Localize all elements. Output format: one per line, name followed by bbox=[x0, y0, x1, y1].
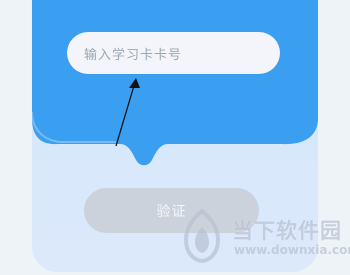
downxia-logo-icon bbox=[183, 209, 221, 263]
stage: 输入学习卡卡号 验证 当下软件园 www.downxia.com bbox=[0, 0, 350, 275]
watermark-brand-text: 当下软件园 bbox=[232, 219, 342, 243]
watermark: 当下软件园 www.downxia.com bbox=[170, 205, 350, 267]
watermark-url-text: www.downxia.com bbox=[234, 243, 350, 257]
card-header-flap bbox=[32, 0, 318, 166]
card-number-input[interactable]: 输入学习卡卡号 bbox=[67, 32, 280, 74]
card-number-placeholder: 输入学习卡卡号 bbox=[84, 47, 183, 63]
